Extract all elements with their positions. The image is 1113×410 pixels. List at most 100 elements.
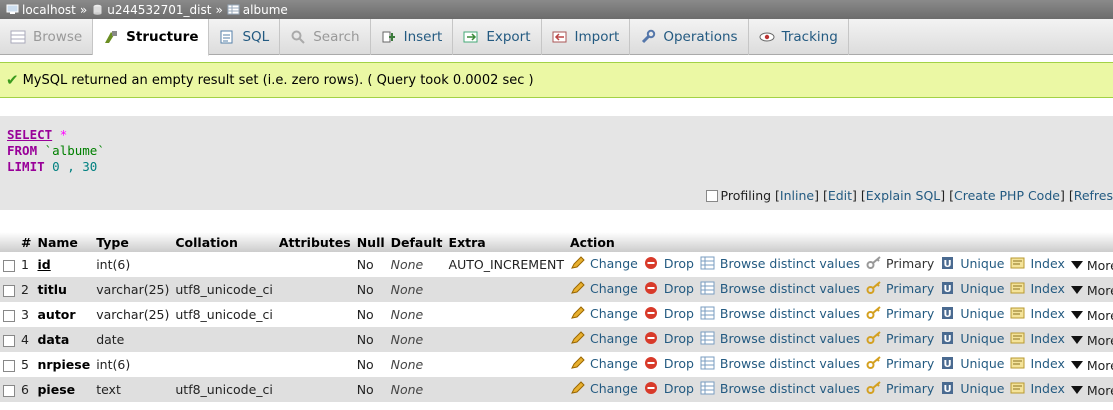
row-checkbox[interactable]: [3, 284, 15, 297]
dropdown-arrow-icon: [1070, 286, 1083, 295]
tab-structure-label: Structure: [126, 29, 199, 45]
dropdown-arrow-icon: [1070, 261, 1083, 270]
sql-select-keyword[interactable]: SELECT: [7, 127, 52, 142]
tab-export[interactable]: Export: [453, 19, 542, 55]
tab-search[interactable]: Search: [280, 19, 371, 55]
drop-link[interactable]: Drop: [644, 331, 694, 346]
browse-distinct-link[interactable]: Browse distinct values: [700, 256, 860, 271]
tab-browse-label: Browse: [33, 29, 83, 45]
more-dropdown[interactable]: More: [1070, 333, 1113, 348]
drop-link[interactable]: Drop: [644, 256, 694, 271]
tab-operations[interactable]: Operations: [630, 19, 749, 55]
row-checkbox[interactable]: [3, 384, 15, 397]
unique-icon: U: [942, 382, 954, 395]
index-link[interactable]: Index: [1010, 256, 1065, 271]
drop-link[interactable]: Drop: [644, 281, 694, 296]
change-link[interactable]: Change: [570, 331, 638, 346]
change-link[interactable]: Change: [570, 256, 638, 271]
tab-structure[interactable]: Structure: [93, 19, 210, 56]
browse-distinct-link[interactable]: Browse distinct values: [700, 381, 860, 396]
field-null: No: [353, 352, 388, 377]
change-link[interactable]: Change: [570, 306, 638, 321]
field-extra: AUTO_INCREMENT: [445, 252, 567, 277]
browse-icon: [10, 30, 26, 44]
breadcrumb-server[interactable]: localhost: [6, 3, 76, 17]
drop-icon: [644, 357, 657, 370]
primary-link[interactable]: Primary: [866, 281, 934, 296]
more-dropdown[interactable]: More: [1070, 383, 1113, 398]
tab-import[interactable]: Import: [542, 19, 631, 55]
profiling-label[interactable]: Profiling: [721, 188, 772, 203]
browse-distinct-link[interactable]: Browse distinct values: [700, 356, 860, 371]
tab-tracking[interactable]: Tracking: [749, 19, 849, 55]
row-checkbox[interactable]: [3, 334, 15, 347]
tab-insert[interactable]: Insert: [371, 19, 454, 55]
header-name: Name: [34, 232, 94, 252]
profiling-checkbox[interactable]: [705, 189, 718, 202]
more-dropdown[interactable]: More: [1070, 308, 1113, 323]
unique-link[interactable]: U Unique: [940, 281, 1004, 296]
index-icon: [1010, 282, 1025, 294]
index-label: Index: [1030, 305, 1065, 321]
drop-icon: [644, 332, 657, 345]
primary-link[interactable]: Primary: [866, 306, 934, 321]
field-collation: utf8_unicode_ci: [172, 277, 276, 302]
field-null: No: [353, 377, 388, 402]
browse-distinct-link[interactable]: Browse distinct values: [700, 281, 860, 296]
field-collation: [172, 327, 276, 352]
index-icon: [1010, 257, 1025, 269]
row-checkbox[interactable]: [3, 309, 15, 322]
primary-link[interactable]: Primary: [866, 356, 934, 371]
change-link[interactable]: Change: [570, 281, 638, 296]
more-dropdown[interactable]: More: [1070, 358, 1113, 373]
unique-link[interactable]: U Unique: [940, 381, 1004, 396]
explain-sql-link[interactable]: Explain SQL: [866, 188, 940, 203]
unique-link[interactable]: U Unique: [940, 331, 1004, 346]
breadcrumb-table[interactable]: albume: [227, 3, 288, 17]
browse-distinct-icon: [700, 256, 715, 270]
more-dropdown[interactable]: More: [1070, 283, 1113, 298]
index-link[interactable]: Index: [1010, 331, 1065, 346]
index-link[interactable]: Index: [1010, 356, 1065, 371]
row-num: 4: [18, 327, 35, 352]
index-link[interactable]: Index: [1010, 281, 1065, 296]
primary-link[interactable]: Primary: [866, 331, 934, 346]
change-link[interactable]: Change: [570, 356, 638, 371]
tab-browse[interactable]: Browse: [0, 19, 94, 55]
table-icon: [227, 4, 240, 15]
row-checkbox[interactable]: [3, 259, 15, 272]
row-checkbox[interactable]: [3, 359, 15, 372]
drop-link[interactable]: Drop: [644, 381, 694, 396]
breadcrumb-separator: »: [79, 2, 88, 17]
sql-table-name: `albume`: [44, 143, 105, 158]
drop-link[interactable]: Drop: [644, 356, 694, 371]
drop-label: Drop: [663, 255, 694, 271]
browse-distinct-link[interactable]: Browse distinct values: [700, 331, 860, 346]
browse-distinct-link[interactable]: Browse distinct values: [700, 306, 860, 321]
unique-link[interactable]: U Unique: [940, 256, 1004, 271]
dropdown-arrow-icon: [1070, 361, 1083, 370]
primary-link[interactable]: Primary: [866, 381, 934, 396]
edit-link[interactable]: Edit: [828, 188, 852, 203]
field-extra: [445, 327, 567, 352]
create-php-code-link[interactable]: Create PHP Code: [954, 188, 1060, 203]
unique-label: Unique: [960, 330, 1005, 346]
index-label: Index: [1030, 380, 1065, 396]
unique-link[interactable]: U Unique: [940, 306, 1004, 321]
header-collation: Collation: [172, 232, 276, 252]
header-checkbox-col: [0, 232, 18, 252]
drop-link[interactable]: Drop: [644, 306, 694, 321]
header-type: Type: [93, 232, 173, 252]
tab-sql[interactable]: SQL: [209, 19, 281, 55]
more-dropdown[interactable]: More: [1070, 258, 1113, 273]
breadcrumb-database[interactable]: u244532701_dist: [91, 3, 211, 17]
inline-link[interactable]: Inline: [780, 188, 814, 203]
change-link[interactable]: Change: [570, 381, 638, 396]
pencil-icon: [571, 356, 585, 369]
unique-link[interactable]: U Unique: [940, 356, 1004, 371]
primary-link[interactable]: Primary: [866, 256, 934, 271]
index-link[interactable]: Index: [1010, 305, 1065, 321]
index-link[interactable]: Index: [1010, 380, 1065, 396]
tab-search-label: Search: [313, 29, 360, 45]
refresh-link[interactable]: Refres: [1074, 188, 1113, 203]
